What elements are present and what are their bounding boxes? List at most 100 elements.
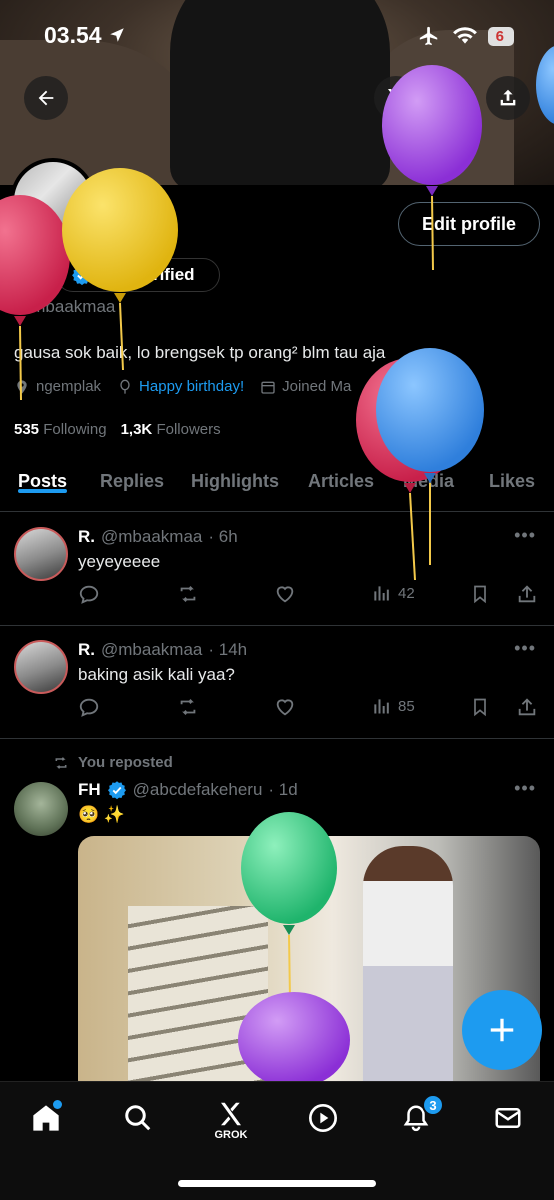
share-post-button[interactable] <box>516 583 538 605</box>
reply-button[interactable] <box>78 696 100 718</box>
views-icon <box>374 586 389 601</box>
notifications-badge: 3 <box>422 1094 444 1116</box>
post-author-handle: @mbaakmaa <box>101 527 203 546</box>
post-actions: 42 <box>78 583 540 609</box>
location-arrow-icon <box>110 28 124 42</box>
followers-link[interactable]: 1,3K Followers <box>121 421 221 438</box>
nav-video[interactable] <box>303 1098 343 1138</box>
birthday-item[interactable]: Happy birthday! <box>117 378 244 395</box>
post-text: 🥺 ✨ <box>78 805 126 824</box>
edit-profile-button[interactable]: Edit profile <box>398 202 540 246</box>
profile-tabs: Posts Replies Highlights Articles Media … <box>0 460 554 512</box>
repost-button[interactable] <box>176 696 200 718</box>
birthday-icon <box>120 379 130 394</box>
search-icon <box>442 88 462 108</box>
get-verified-label: Get verified <box>101 265 195 284</box>
views-button[interactable]: 42 <box>372 583 415 603</box>
nav-search[interactable] <box>118 1098 158 1138</box>
following-link[interactable]: 535 Following <box>14 421 107 438</box>
back-button[interactable] <box>24 76 68 120</box>
like-button[interactable] <box>274 583 296 605</box>
profile-avatar[interactable] <box>10 158 96 244</box>
like-button[interactable] <box>274 696 296 718</box>
post-header: R. @mbaakmaa · 14h <box>78 640 247 660</box>
profile-bio: gausa sok baik, lo brengsek tp orang² bl… <box>14 343 386 362</box>
back-arrow-icon <box>38 90 54 106</box>
verified-badge-icon <box>107 781 126 800</box>
video-icon <box>309 1104 337 1132</box>
tab-replies[interactable]: Replies <box>100 460 164 492</box>
grok-label: GROK <box>214 1129 248 1141</box>
tab-highlights[interactable]: Highlights <box>191 460 279 492</box>
post-text: yeyeyeeee <box>78 552 161 571</box>
views-count: 85 <box>398 697 415 715</box>
post-author-handle: @abcdefakeheru <box>132 780 263 799</box>
home-indicator <box>178 1180 376 1187</box>
share-icon <box>518 585 536 603</box>
post-item[interactable]: R. @mbaakmaa · 6h ••• yeyeyeeee 42 <box>0 513 554 626</box>
get-verified-button[interactable]: Get verified <box>56 258 220 292</box>
post-avatar[interactable] <box>14 782 68 836</box>
reply-icon <box>79 698 99 717</box>
more-options-icon[interactable]: ••• <box>514 638 536 659</box>
tab-media[interactable]: Media <box>403 460 454 492</box>
battery-indicator: 6 <box>487 26 514 46</box>
mail-icon <box>495 1108 521 1128</box>
share-post-button[interactable] <box>516 696 538 718</box>
tab-posts[interactable]: Posts <box>18 460 68 493</box>
views-button[interactable]: 85 <box>372 696 415 716</box>
post-header: R. @mbaakmaa · 6h <box>78 527 238 547</box>
more-options-icon[interactable]: ••• <box>514 778 536 799</box>
repost-button[interactable] <box>176 583 200 605</box>
post-avatar[interactable] <box>14 640 68 694</box>
post-text: baking asik kali yaa? <box>78 665 235 684</box>
status-icons: 6 <box>416 25 514 47</box>
birthday-text[interactable]: Happy birthday! <box>139 378 244 395</box>
nav-grok[interactable]: GROK <box>211 1094 251 1146</box>
status-bar: 03.54 6 <box>0 22 554 52</box>
more-options-icon[interactable]: ••• <box>514 525 536 546</box>
like-icon <box>276 699 294 716</box>
grok-icon <box>221 1102 241 1126</box>
share-button[interactable] <box>486 76 530 120</box>
post-time: · 14h <box>208 640 248 659</box>
location-icon <box>17 379 27 394</box>
profile-meta: ngemplak Happy birthday! Joined Ma <box>14 378 351 395</box>
post-media-image[interactable] <box>78 836 540 1096</box>
location-item: ngemplak <box>14 378 101 395</box>
post-time: · 1d <box>268 780 298 799</box>
nav-home[interactable] <box>26 1098 66 1138</box>
post-author-name: FH <box>78 780 101 799</box>
bookmark-icon <box>474 585 486 604</box>
tab-likes[interactable]: Likes <box>489 460 535 492</box>
post-time: · 6h <box>208 527 238 546</box>
post-avatar[interactable] <box>14 527 68 581</box>
search-icon <box>125 1105 151 1131</box>
profile-name: R. <box>14 260 38 287</box>
reply-icon <box>79 585 99 604</box>
share-icon <box>500 89 516 106</box>
nav-notifications[interactable]: 3 <box>396 1094 444 1138</box>
calendar-icon <box>261 381 275 394</box>
follow-stats: 535 Following 1,3K Followers <box>14 421 221 438</box>
grok-icon <box>388 89 404 107</box>
post-author-handle: @mbaakmaa <box>101 640 203 659</box>
profile-handle: @mbaakmaa <box>14 297 116 316</box>
bookmark-button[interactable] <box>470 583 490 605</box>
bookmark-icon <box>474 698 486 717</box>
plus-icon <box>490 1018 514 1042</box>
wifi-icon <box>452 27 477 44</box>
nav-messages[interactable] <box>488 1098 528 1138</box>
airplane-icon <box>419 26 437 46</box>
repost-icon <box>180 586 196 602</box>
search-button[interactable] <box>430 76 474 120</box>
tab-articles[interactable]: Articles <box>308 460 374 492</box>
bookmark-button[interactable] <box>470 696 490 718</box>
post-item[interactable]: R. @mbaakmaa · 14h ••• baking asik kali … <box>0 626 554 739</box>
compose-button[interactable] <box>462 990 542 1070</box>
post-header: FH @abcdefakeheru · 1d <box>78 780 298 800</box>
post-author-name: R. <box>78 640 95 659</box>
grok-button[interactable] <box>374 76 418 120</box>
reply-button[interactable] <box>78 583 100 605</box>
views-count: 42 <box>398 584 415 602</box>
